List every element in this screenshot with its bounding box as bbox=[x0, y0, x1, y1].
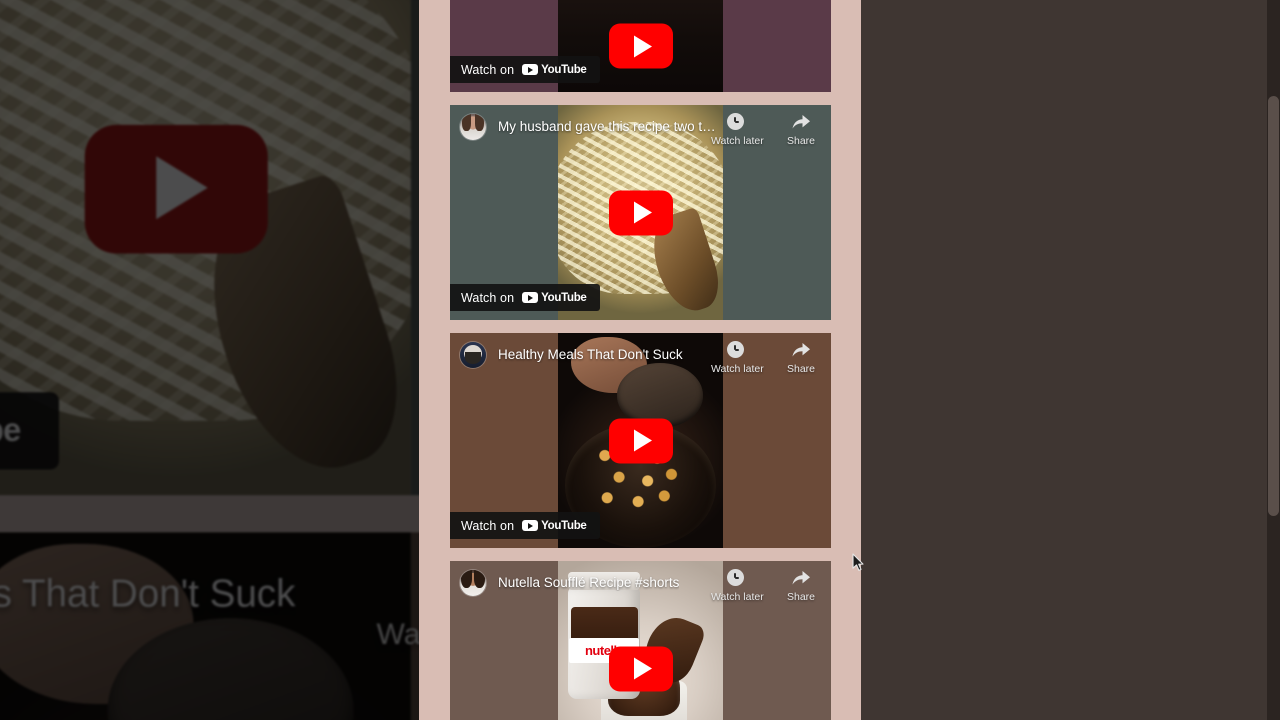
video-thumbnail[interactable]: nutella bbox=[558, 561, 723, 720]
shorts-feed: cookingWatch onYouTubeMy husband gave th… bbox=[450, 0, 831, 720]
share-icon bbox=[777, 339, 825, 361]
video-card[interactable]: cookingWatch onYouTube bbox=[450, 0, 831, 92]
youtube-play-icon bbox=[522, 291, 539, 304]
watch-later-label: Watch later bbox=[711, 135, 764, 147]
play-button[interactable] bbox=[83, 123, 267, 253]
scrollbar-thumb[interactable] bbox=[1268, 96, 1279, 516]
video-thumbnail[interactable] bbox=[0, 532, 411, 720]
youtube-play-icon bbox=[522, 519, 539, 532]
youtube-wordmark: YouTube bbox=[541, 519, 587, 532]
watch-later-button[interactable]: Watch later bbox=[711, 567, 764, 604]
youtube-logo: YouTube bbox=[0, 413, 21, 449]
youtube-play-icon bbox=[522, 63, 539, 76]
share-label: Share bbox=[786, 591, 816, 603]
watch-later-label: Watch later bbox=[711, 591, 764, 603]
share-label: Share bbox=[786, 363, 816, 375]
share-button[interactable]: Share bbox=[777, 567, 825, 604]
watch-on-youtube-button[interactable]: Watch onYouTube bbox=[0, 392, 58, 470]
youtube-wordmark: YouTube bbox=[0, 413, 21, 449]
watch-on-label: Watch on bbox=[461, 518, 515, 533]
youtube-logo: YouTube bbox=[522, 519, 587, 532]
watch-on-youtube-button[interactable]: Watch on YouTube bbox=[450, 56, 600, 83]
share-icon bbox=[777, 567, 825, 589]
video-card[interactable]: nutella Nutella Soufflé Recipe #shorts Wat… bbox=[450, 561, 831, 720]
card-actions: Watch later Share bbox=[711, 339, 825, 376]
page-scrollbar[interactable] bbox=[1267, 0, 1280, 720]
watch-on-label: Watch on bbox=[461, 290, 515, 305]
card-actions: Watch later Share bbox=[711, 111, 825, 148]
share-button[interactable]: Share bbox=[777, 111, 825, 148]
video-still-image: nutella bbox=[558, 561, 723, 720]
play-button[interactable] bbox=[608, 646, 673, 691]
clock-icon bbox=[711, 111, 759, 133]
play-button[interactable] bbox=[608, 190, 673, 235]
watch-later-label: Watch later bbox=[711, 363, 764, 375]
watch-later-button[interactable]: Watch later bbox=[711, 111, 764, 148]
share-icon bbox=[777, 111, 825, 133]
card-actions: Watch later Share bbox=[711, 567, 825, 604]
play-button[interactable] bbox=[608, 418, 673, 463]
clock-icon bbox=[711, 567, 759, 589]
youtube-logo: YouTube bbox=[522, 291, 587, 304]
share-label: Share bbox=[786, 135, 816, 147]
watch-on-label: Watch on bbox=[461, 62, 515, 77]
clock-icon bbox=[711, 339, 759, 361]
watch-on-youtube-button[interactable]: Watch on YouTube bbox=[450, 512, 600, 539]
screen: cookingWatch onYouTubeMy husband gave th… bbox=[0, 0, 1280, 720]
play-button[interactable] bbox=[608, 23, 673, 69]
youtube-logo: YouTube bbox=[522, 63, 587, 76]
share-button[interactable]: Share bbox=[777, 339, 825, 376]
video-card[interactable]: My husband gave this recipe two thum...W… bbox=[450, 105, 831, 320]
youtube-wordmark: YouTube bbox=[541, 291, 587, 304]
watch-later-button[interactable]: Watch later bbox=[711, 339, 764, 376]
page-column: cookingWatch onYouTubeMy husband gave th… bbox=[419, 0, 861, 720]
youtube-wordmark: YouTube bbox=[541, 63, 587, 76]
watch-on-youtube-button[interactable]: Watch on YouTube bbox=[450, 284, 600, 311]
video-still-image bbox=[0, 532, 411, 720]
video-card[interactable]: Healthy Meals That Don't SuckWatch later… bbox=[450, 333, 831, 548]
